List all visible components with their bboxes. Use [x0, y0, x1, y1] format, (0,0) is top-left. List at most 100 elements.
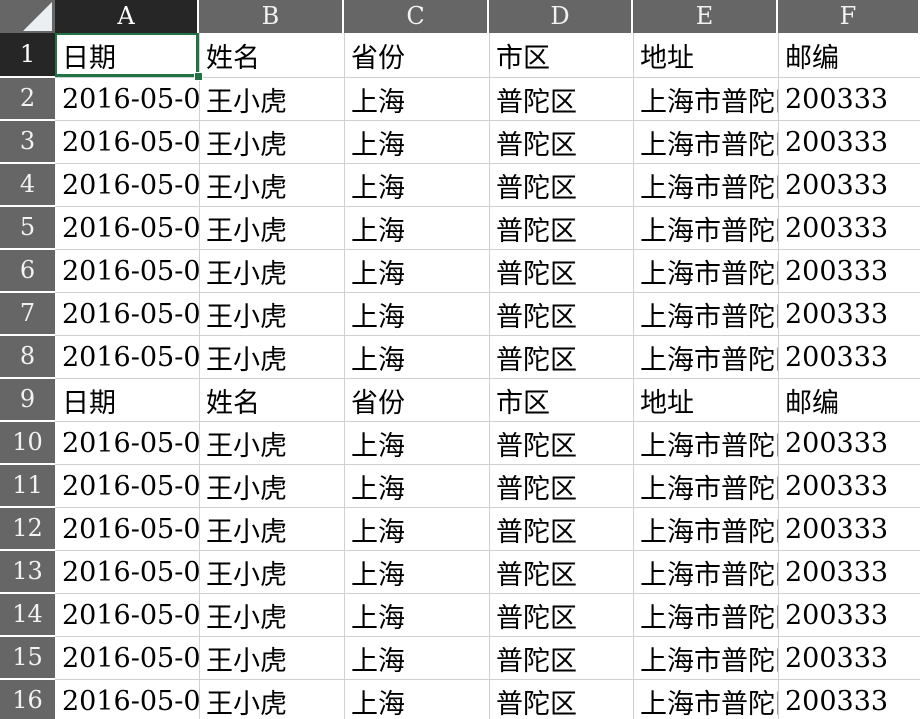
cell-B5[interactable]: 王小虎 — [199, 207, 344, 249]
cell-D13[interactable]: 普陀区 — [489, 551, 633, 593]
cell-F6[interactable]: 200333 — [778, 250, 920, 292]
row-header-9[interactable]: 9 — [0, 379, 55, 422]
cell-B6[interactable]: 王小虎 — [199, 250, 344, 292]
cell-E6[interactable]: 上海市普陀区金沙江路 1518 弄 — [633, 250, 778, 292]
cell-D3[interactable]: 普陀区 — [489, 121, 633, 163]
row-header-7[interactable]: 7 — [0, 293, 55, 336]
cell-C4[interactable]: 上海 — [344, 164, 489, 206]
cell-F8[interactable]: 200333 — [778, 336, 920, 378]
cell-F13[interactable]: 200333 — [778, 551, 920, 593]
row-header-15[interactable]: 15 — [0, 637, 55, 680]
cell-E7[interactable]: 上海市普陀区金沙江路 1518 弄 — [633, 293, 778, 335]
cell-C10[interactable]: 上海 — [344, 422, 489, 464]
cell-A14[interactable]: 2016-05-02 — [55, 594, 199, 636]
cell-A2[interactable]: 2016-05-02 — [55, 78, 199, 120]
column-header-e[interactable]: E — [633, 0, 778, 33]
cell-C6[interactable]: 上海 — [344, 250, 489, 292]
cell-F3[interactable]: 200333 — [778, 121, 920, 163]
cell-B15[interactable]: 王小虎 — [199, 637, 344, 679]
row-header-6[interactable]: 6 — [0, 250, 55, 293]
cell-E11[interactable]: 上海市普陀区金沙江路 1518 弄 — [633, 465, 778, 507]
cell-A3[interactable]: 2016-05-02 — [55, 121, 199, 163]
row-header-2[interactable]: 2 — [0, 78, 55, 121]
column-header-f[interactable]: F — [778, 0, 920, 33]
cell-A4[interactable]: 2016-05-02 — [55, 164, 199, 206]
cell-D7[interactable]: 普陀区 — [489, 293, 633, 335]
cell-D5[interactable]: 普陀区 — [489, 207, 633, 249]
cell-D2[interactable]: 普陀区 — [489, 78, 633, 120]
cell-A16[interactable]: 2016-05-02 — [55, 680, 199, 719]
cell-A13[interactable]: 2016-05-02 — [55, 551, 199, 593]
cell-B8[interactable]: 王小虎 — [199, 336, 344, 378]
cell-E10[interactable]: 上海市普陀区金沙江路 1518 弄 — [633, 422, 778, 464]
cell-D6[interactable]: 普陀区 — [489, 250, 633, 292]
cell-E3[interactable]: 上海市普陀区金沙江路 1518 弄 — [633, 121, 778, 163]
row-header-10[interactable]: 10 — [0, 422, 55, 465]
cell-A15[interactable]: 2016-05-02 — [55, 637, 199, 679]
cell-F2[interactable]: 200333 — [778, 78, 920, 120]
cell-D1[interactable]: 市区 — [489, 33, 633, 77]
cell-E15[interactable]: 上海市普陀区金沙江路 1518 弄 — [633, 637, 778, 679]
row-header-13[interactable]: 13 — [0, 551, 55, 594]
cell-E16[interactable]: 上海市普陀区金沙江路 1518 弄 — [633, 680, 778, 719]
cell-F15[interactable]: 200333 — [778, 637, 920, 679]
cell-C11[interactable]: 上海 — [344, 465, 489, 507]
cell-C15[interactable]: 上海 — [344, 637, 489, 679]
cell-F4[interactable]: 200333 — [778, 164, 920, 206]
cell-E13[interactable]: 上海市普陀区金沙江路 1518 弄 — [633, 551, 778, 593]
cell-F9[interactable]: 邮编 — [778, 379, 920, 421]
row-header-16[interactable]: 16 — [0, 680, 55, 719]
cell-D4[interactable]: 普陀区 — [489, 164, 633, 206]
row-header-11[interactable]: 11 — [0, 465, 55, 508]
row-header-3[interactable]: 3 — [0, 121, 55, 164]
cell-B2[interactable]: 王小虎 — [199, 78, 344, 120]
cell-F7[interactable]: 200333 — [778, 293, 920, 335]
cell-B12[interactable]: 王小虎 — [199, 508, 344, 550]
cell-B9[interactable]: 姓名 — [199, 379, 344, 421]
row-header-4[interactable]: 4 — [0, 164, 55, 207]
cell-B10[interactable]: 王小虎 — [199, 422, 344, 464]
cell-D10[interactable]: 普陀区 — [489, 422, 633, 464]
cell-F5[interactable]: 200333 — [778, 207, 920, 249]
cell-E1[interactable]: 地址 — [633, 33, 778, 77]
cell-B4[interactable]: 王小虎 — [199, 164, 344, 206]
row-header-12[interactable]: 12 — [0, 508, 55, 551]
cell-D15[interactable]: 普陀区 — [489, 637, 633, 679]
cell-B14[interactable]: 王小虎 — [199, 594, 344, 636]
cell-A9[interactable]: 日期 — [55, 379, 199, 421]
row-header-8[interactable]: 8 — [0, 336, 55, 379]
cell-E8[interactable]: 上海市普陀区金沙江路 1518 弄 — [633, 336, 778, 378]
cell-D8[interactable]: 普陀区 — [489, 336, 633, 378]
cell-D16[interactable]: 普陀区 — [489, 680, 633, 719]
cell-C1[interactable]: 省份 — [344, 33, 489, 77]
cell-F16[interactable]: 200333 — [778, 680, 920, 719]
cell-A10[interactable]: 2016-05-02 — [55, 422, 199, 464]
cell-A1[interactable]: 日期 — [55, 33, 199, 77]
cell-A8[interactable]: 2016-05-02 — [55, 336, 199, 378]
cell-E2[interactable]: 上海市普陀区金沙江路 1518 弄 — [633, 78, 778, 120]
select-all-corner[interactable] — [0, 0, 55, 33]
cell-F11[interactable]: 200333 — [778, 465, 920, 507]
cell-E4[interactable]: 上海市普陀区金沙江路 1518 弄 — [633, 164, 778, 206]
column-header-d[interactable]: D — [489, 0, 633, 33]
cell-C13[interactable]: 上海 — [344, 551, 489, 593]
cell-C14[interactable]: 上海 — [344, 594, 489, 636]
row-header-5[interactable]: 5 — [0, 207, 55, 250]
cell-A6[interactable]: 2016-05-02 — [55, 250, 199, 292]
column-header-a[interactable]: A — [55, 0, 199, 33]
cell-A12[interactable]: 2016-05-02 — [55, 508, 199, 550]
cell-F1[interactable]: 邮编 — [778, 33, 920, 77]
cell-C9[interactable]: 省份 — [344, 379, 489, 421]
cell-E9[interactable]: 地址 — [633, 379, 778, 421]
cell-F14[interactable]: 200333 — [778, 594, 920, 636]
cell-E14[interactable]: 上海市普陀区金沙江路 1518 弄 — [633, 594, 778, 636]
cell-B11[interactable]: 王小虎 — [199, 465, 344, 507]
cell-A7[interactable]: 2016-05-02 — [55, 293, 199, 335]
cell-B3[interactable]: 王小虎 — [199, 121, 344, 163]
cell-A5[interactable]: 2016-05-02 — [55, 207, 199, 249]
cell-B13[interactable]: 王小虎 — [199, 551, 344, 593]
cell-C5[interactable]: 上海 — [344, 207, 489, 249]
cell-D11[interactable]: 普陀区 — [489, 465, 633, 507]
cell-A11[interactable]: 2016-05-02 — [55, 465, 199, 507]
row-header-1[interactable]: 1 — [0, 33, 55, 78]
